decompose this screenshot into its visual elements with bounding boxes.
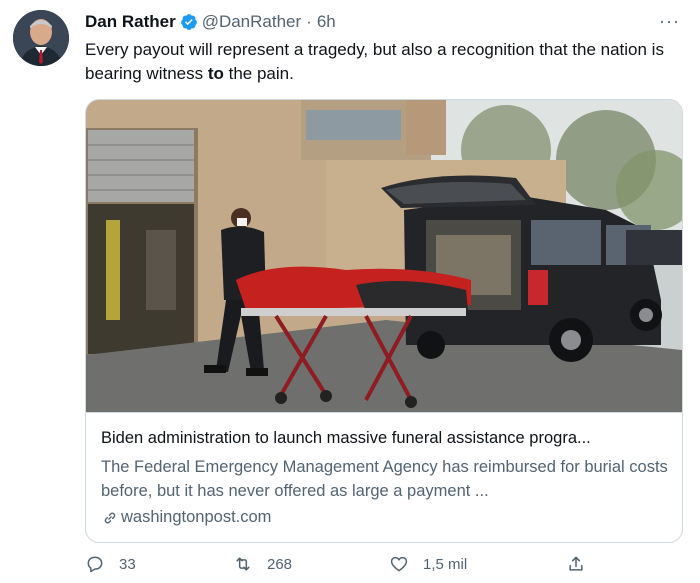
card-image[interactable] [86, 100, 682, 412]
separator-dot: · [306, 12, 312, 31]
verified-icon [180, 14, 197, 30]
retweet-icon [236, 557, 250, 571]
like-button[interactable]: 1,5 mil [389, 554, 467, 574]
tweet-text-bold: to [207, 64, 224, 83]
retweet-button[interactable]: 268 [233, 554, 292, 574]
tweet[interactable]: Dan Rather @DanRather · 6h ··· Every pay… [0, 0, 700, 583]
reply-count: 33 [119, 555, 136, 573]
like-count: 1,5 mil [423, 555, 468, 573]
card-domain[interactable]: washingtonpost.com [101, 508, 271, 527]
tweet-time[interactable]: 6h [317, 12, 336, 32]
card-title[interactable]: Biden administration to launch massive f… [101, 429, 671, 448]
card-description: The Federal Emergency Management Agency … [101, 458, 668, 500]
tweet-text-part-1: Every payout will represent a tragedy, b… [85, 40, 664, 83]
avatar[interactable] [13, 10, 69, 66]
link-icon [104, 512, 116, 523]
card-domain-text[interactable]: washingtonpost.com [121, 508, 271, 527]
author-name[interactable]: Dan Rather [85, 12, 176, 32]
tweet-text: Every payout will represent a tragedy, b… [85, 38, 675, 86]
tweet-actions: 33 268 1,5 mil [85, 554, 685, 578]
share-icon [569, 556, 583, 571]
share-button[interactable] [566, 554, 600, 574]
tweet-header: Dan Rather @DanRather · 6h ··· [85, 11, 680, 33]
link-card[interactable]: Biden administration to launch massive f… [85, 99, 683, 543]
like-icon [390, 556, 408, 572]
more-icon[interactable]: ··· [659, 11, 680, 32]
reply-button[interactable]: 33 [85, 554, 136, 574]
author-handle[interactable]: @DanRather [202, 12, 301, 32]
card-text[interactable]: Biden administration to launch massive f… [86, 412, 682, 542]
tweet-text-part-3: the pain. [223, 64, 294, 83]
reply-icon [87, 556, 103, 573]
retweet-count: 268 [267, 555, 293, 573]
